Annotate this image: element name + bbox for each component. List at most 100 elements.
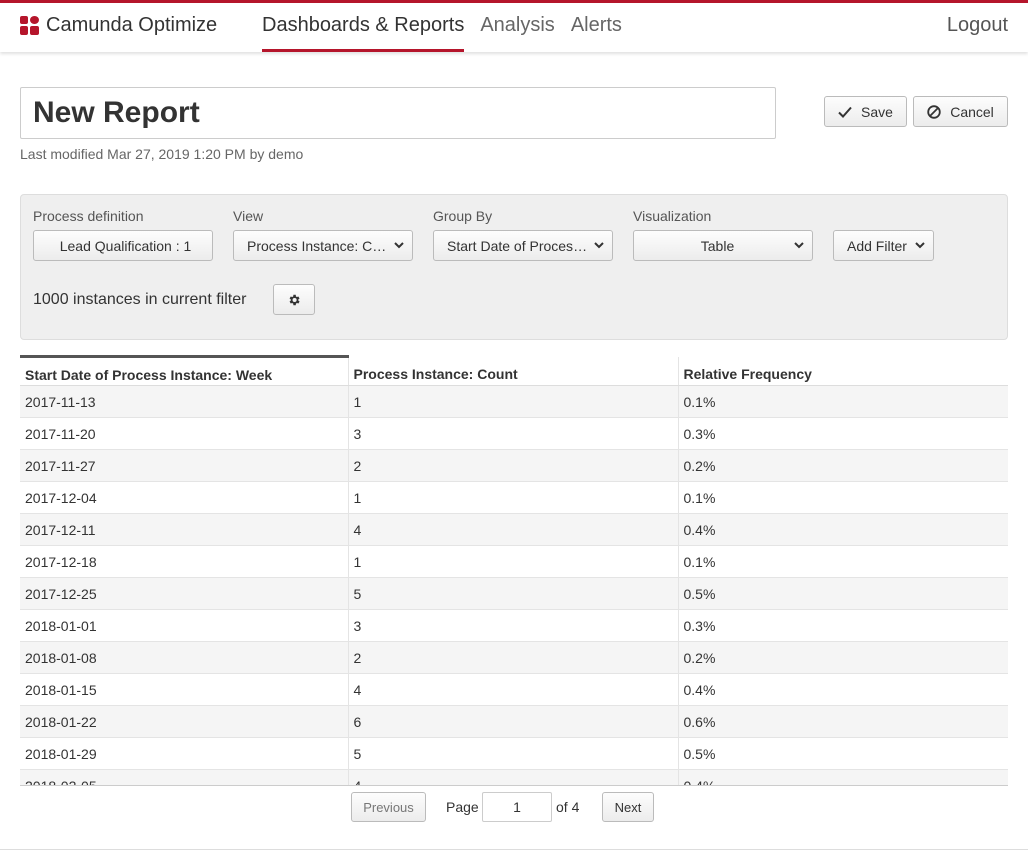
table-cell: 3 (347, 417, 678, 450)
table-cell: 2018-01-01 (20, 609, 348, 642)
table-row: 2018-01-22 6 0.6% (20, 705, 1008, 738)
table-row: 2017-12-25 5 0.5% (20, 577, 1008, 610)
table-cell: 2017-12-04 (20, 481, 348, 514)
table-cell: 0.6% (677, 705, 1008, 738)
add-filter-button[interactable]: Add Filter (833, 230, 934, 261)
cancel-label: Cancel (950, 103, 994, 120)
gear-icon (289, 294, 300, 305)
process-definition-control: Process definition Lead Qualification : … (33, 208, 213, 261)
view-select[interactable]: Process Instance: Count (233, 230, 413, 261)
view-value: Process Instance: Count (247, 237, 388, 254)
visualization-value: Table (700, 237, 735, 254)
table-row: 2017-11-27 2 0.2% (20, 449, 1008, 482)
report-settings-button[interactable] (273, 284, 315, 315)
table-cell: 3 (347, 609, 678, 642)
table-cell: 0.4% (677, 769, 1008, 785)
table-cell: 0.1% (677, 481, 1008, 514)
table-cell: 2017-12-25 (20, 577, 348, 610)
table-header-row: Start Date of Process Instance: Week Pro… (20, 355, 1008, 386)
view-control: View Process Instance: Count (233, 208, 413, 261)
table-cell: 2018-02-05 (20, 769, 348, 785)
group-by-value: Start Date of Process Instance (447, 237, 588, 254)
group-by-select[interactable]: Start Date of Process Instance (433, 230, 613, 261)
main-nav: Dashboards & Reports Analysis Alerts (262, 3, 638, 52)
footer-divider (0, 849, 1028, 850)
process-definition-button[interactable]: Lead Qualification : 1 (33, 230, 213, 261)
column-header-count[interactable]: Process Instance: Count (347, 356, 678, 386)
table-cell: 2017-11-27 (20, 449, 348, 482)
table-cell: 0.1% (677, 385, 1008, 418)
table-cell: 2017-11-13 (20, 385, 348, 418)
visualization-label: Visualization (633, 208, 712, 224)
report-name-input[interactable]: New Report (20, 87, 776, 139)
group-by-label: Group By (433, 208, 493, 224)
table-cell: 2017-11-20 (20, 417, 348, 450)
camunda-logo-icon (20, 16, 39, 35)
page-number-input[interactable] (482, 792, 552, 822)
table-cell: 0.4% (677, 673, 1008, 706)
page-total-label: of 4 (556, 799, 580, 815)
cancel-button[interactable]: Cancel (913, 96, 1008, 127)
table-cell: 0.2% (677, 641, 1008, 674)
table-row: 2018-01-01 3 0.3% (20, 609, 1008, 642)
table-cell: 5 (347, 737, 678, 770)
view-label: View (233, 208, 264, 224)
top-navigation-bar: Camunda Optimize Dashboards & Reports An… (0, 0, 1028, 52)
save-button[interactable]: Save (824, 96, 907, 127)
add-filter-control: Add Filter (833, 230, 934, 261)
logout-link[interactable]: Logout (947, 14, 1008, 37)
column-header-relative-frequency[interactable]: Relative Frequency (677, 356, 1008, 386)
table-cell: 0.4% (677, 513, 1008, 546)
table-cell: 0.3% (677, 417, 1008, 450)
table-cell: 2017-12-11 (20, 513, 348, 546)
table-cell: 2018-01-15 (20, 673, 348, 706)
table-cell: 4 (347, 513, 678, 546)
chevron-down-icon (794, 242, 804, 249)
page-label: Page (446, 799, 479, 815)
nav-analysis[interactable]: Analysis (480, 3, 554, 52)
report-controls-panel: Process definition Lead Qualification : … (20, 194, 1008, 340)
brand[interactable]: Camunda Optimize (20, 14, 217, 37)
next-page-button[interactable]: Next (602, 792, 654, 822)
table-cell: 2 (347, 449, 678, 482)
last-modified-text: Last modified Mar 27, 2019 1:20 PM by de… (20, 146, 304, 162)
nav-alerts[interactable]: Alerts (571, 3, 622, 52)
table-cell: 0.5% (677, 577, 1008, 610)
table-row: 2017-12-04 1 0.1% (20, 481, 1008, 514)
nav-dashboards-reports[interactable]: Dashboards & Reports (262, 3, 465, 52)
previous-page-button[interactable]: Previous (351, 792, 426, 822)
table-row: 2018-02-05 4 0.4% (20, 769, 1008, 785)
table-cell: 0.2% (677, 449, 1008, 482)
chevron-down-icon (915, 242, 925, 249)
table-cell: 2 (347, 641, 678, 674)
table-cell: 2017-12-18 (20, 545, 348, 578)
table-cell: 2018-01-22 (20, 705, 348, 738)
table-cell: 1 (347, 545, 678, 578)
table-cell: 2018-01-29 (20, 737, 348, 770)
table-cell: 0.3% (677, 609, 1008, 642)
table-row: 2018-01-15 4 0.4% (20, 673, 1008, 706)
table-cell: 0.5% (677, 737, 1008, 770)
visualization-control: Visualization Table (633, 208, 813, 261)
table-cell: 1 (347, 385, 678, 418)
cancel-icon (927, 104, 941, 119)
report-table: Start Date of Process Instance: Week Pro… (20, 355, 1008, 786)
instance-count-text: 1000 instances in current filter (33, 291, 247, 308)
visualization-select[interactable]: Table (633, 230, 813, 261)
table-row: 2017-11-13 1 0.1% (20, 385, 1008, 418)
app-title: Camunda Optimize (46, 14, 218, 36)
table-cell: 0.1% (677, 545, 1008, 578)
table-cell: 2018-01-08 (20, 641, 348, 674)
check-icon (838, 106, 852, 118)
group-by-control: Group By Start Date of Process Instance (433, 208, 613, 261)
table-row: 2018-01-29 5 0.5% (20, 737, 1008, 770)
add-filter-label: Add Filter (847, 237, 907, 254)
table-cell: 4 (347, 673, 678, 706)
table-cell: 6 (347, 705, 678, 738)
process-definition-value: Lead Qualification : 1 (59, 237, 192, 254)
column-header-start-date[interactable]: Start Date of Process Instance: Week (20, 355, 348, 386)
table-cell: 1 (347, 481, 678, 514)
table-row: 2018-01-08 2 0.2% (20, 641, 1008, 674)
table-body: 2017-11-13 1 0.1% 2017-11-20 3 0.3% 2017-11-27… (20, 385, 1008, 785)
table-row: 2017-12-18 1 0.1% (20, 545, 1008, 578)
